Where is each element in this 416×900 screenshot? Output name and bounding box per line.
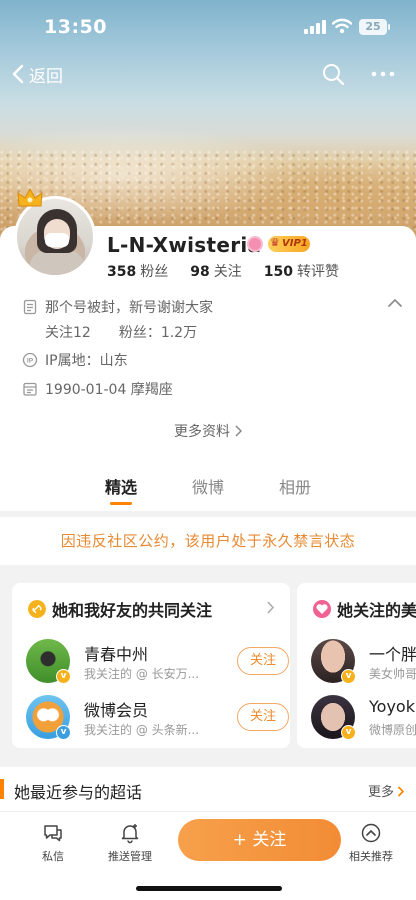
- message-button[interactable]: 私信: [18, 822, 88, 864]
- push-settings-button[interactable]: 推送管理: [95, 822, 165, 864]
- crown-icon: [17, 187, 43, 207]
- tab-featured[interactable]: 精选: [91, 474, 151, 498]
- related-recommend-button[interactable]: 相关推荐: [336, 822, 406, 864]
- battery-icon: 25: [359, 19, 390, 35]
- super-topic-more-link[interactable]: 更多: [368, 781, 404, 800]
- following-count: 98: [190, 264, 210, 280]
- list-item[interactable]: v 青春中州 我关注的 @ 长安万... 关注: [26, 639, 289, 685]
- more-info-label: 更多资料: [174, 424, 230, 440]
- back-label: 返回: [29, 66, 63, 87]
- tab-weibo[interactable]: 微博: [178, 474, 238, 498]
- person-desc: 我关注的 @ 头条新...: [84, 723, 200, 737]
- section-accent-bar: [0, 779, 4, 799]
- interactions-count: 150: [263, 264, 293, 280]
- follow-main-button[interactable]: + 关注: [178, 819, 341, 861]
- verified-icon: v: [56, 669, 71, 684]
- her-follows-card: 她关注的美 v 一个胖 美女帅哥 v Yoyoki 微博原创: [297, 583, 416, 748]
- nickname: L-N-Xwisteria: [107, 233, 262, 257]
- back-button[interactable]: 返回: [10, 60, 63, 88]
- member-badge-icon[interactable]: [247, 236, 263, 252]
- document-icon: [23, 299, 37, 315]
- bio-row: 那个号被封，新号谢谢大家: [22, 297, 213, 317]
- person-desc: 我关注的 @ 长安万...: [84, 667, 200, 681]
- ip-icon: IP: [22, 352, 38, 368]
- following-label: 关注: [213, 264, 242, 280]
- person-desc: 美女帅哥: [369, 667, 416, 681]
- tab-album[interactable]: 相册: [265, 474, 325, 498]
- related-label: 相关推荐: [349, 850, 393, 863]
- chevron-left-icon: [12, 64, 24, 84]
- person-name: 微博会员: [84, 701, 149, 720]
- heart-icon: [313, 600, 331, 618]
- fans-label: 粉丝: [140, 264, 169, 280]
- person-name: 一个胖: [369, 645, 416, 664]
- calendar-icon: [23, 382, 37, 396]
- list-item[interactable]: v Yoyoki 微博原创: [311, 695, 416, 741]
- following-stat[interactable]: 98 关注: [190, 261, 241, 281]
- birthday-row: 1990-01-04 摩羯座: [22, 379, 173, 399]
- chevron-up-icon[interactable]: [388, 298, 402, 308]
- super-topic-title: 她最近参与的超话: [14, 783, 143, 802]
- status-time: 13:50: [44, 16, 107, 38]
- more-label: 更多: [367, 785, 394, 800]
- message-label: 私信: [42, 850, 64, 863]
- verified-icon: v: [341, 669, 356, 684]
- profile-tabs: 精选 微博 相册: [0, 474, 416, 505]
- follow-button[interactable]: 关注: [237, 647, 289, 675]
- chevron-circle-icon: [361, 823, 381, 843]
- interactions-stat[interactable]: 150 转评赞: [264, 261, 339, 281]
- verified-icon: v: [341, 725, 356, 740]
- chevron-right-icon: [397, 786, 404, 797]
- more-info-link[interactable]: 更多资料: [0, 421, 416, 441]
- chevron-right-icon[interactable]: [266, 601, 274, 614]
- active-tab-indicator: [110, 502, 132, 505]
- push-label: 推送管理: [108, 850, 152, 863]
- vip-badge[interactable]: VIP1: [268, 235, 310, 252]
- bell-plus-icon: [121, 824, 139, 844]
- signal-icon: [304, 20, 326, 34]
- common-follows-card: 她和我好友的共同关注 v 青春中州 我关注的 @ 长安万... 关注 v 微博会…: [12, 583, 290, 748]
- person-name: Yoyoki: [369, 697, 416, 716]
- svg-text:IP: IP: [27, 358, 34, 365]
- old-fans-count: 粉丝：1.2万: [118, 325, 198, 341]
- her-follows-title-row[interactable]: 她关注的美: [313, 597, 416, 621]
- wifi-icon: [332, 18, 352, 34]
- ban-notice: 因违反社区公约，该用户处于永久禁言状态: [0, 517, 416, 565]
- home-indicator[interactable]: [136, 886, 282, 891]
- chevron-right-icon: [235, 425, 242, 437]
- interactions-label: 转评赞: [296, 264, 339, 280]
- bio-text: 那个号被封，新号谢谢大家: [45, 300, 213, 316]
- status-bar: 13:50 25: [0, 0, 416, 54]
- ip-location: IP属地：山东: [45, 353, 128, 369]
- common-follows-title-row[interactable]: 她和我好友的共同关注: [28, 597, 212, 621]
- follow-button[interactable]: 关注: [237, 703, 289, 731]
- person-desc: 微博原创: [369, 723, 416, 737]
- person-name: 青春中州: [84, 645, 149, 664]
- her-follows-title: 她关注的美: [337, 601, 416, 620]
- chat-icon: [44, 825, 62, 842]
- super-topic-section: 她最近参与的超话 更多: [0, 767, 416, 811]
- more-icon[interactable]: [370, 62, 396, 86]
- old-follow-count: 关注12: [45, 325, 91, 341]
- fans-stat[interactable]: 358 粉丝: [107, 261, 168, 281]
- verified-icon: v: [56, 725, 71, 740]
- birthday: 1990-01-04 摩羯座: [45, 382, 173, 398]
- profile-stats: 358 粉丝 98 关注 150 转评赞: [107, 261, 361, 281]
- ip-row: IP IP属地：山东: [22, 350, 128, 370]
- fans-count: 358: [107, 264, 137, 280]
- search-icon[interactable]: [321, 62, 345, 86]
- list-item[interactable]: v 一个胖 美女帅哥: [311, 639, 416, 685]
- follow-cards-carousel[interactable]: 她和我好友的共同关注 v 青春中州 我关注的 @ 长安万... 关注 v 微博会…: [0, 573, 416, 758]
- link-icon: [28, 600, 46, 618]
- common-follows-title: 她和我好友的共同关注: [52, 601, 213, 620]
- secondary-counts: 关注12 粉丝：1.2万: [45, 322, 225, 342]
- list-item[interactable]: v 微博会员 我关注的 @ 头条新... 关注: [26, 695, 289, 741]
